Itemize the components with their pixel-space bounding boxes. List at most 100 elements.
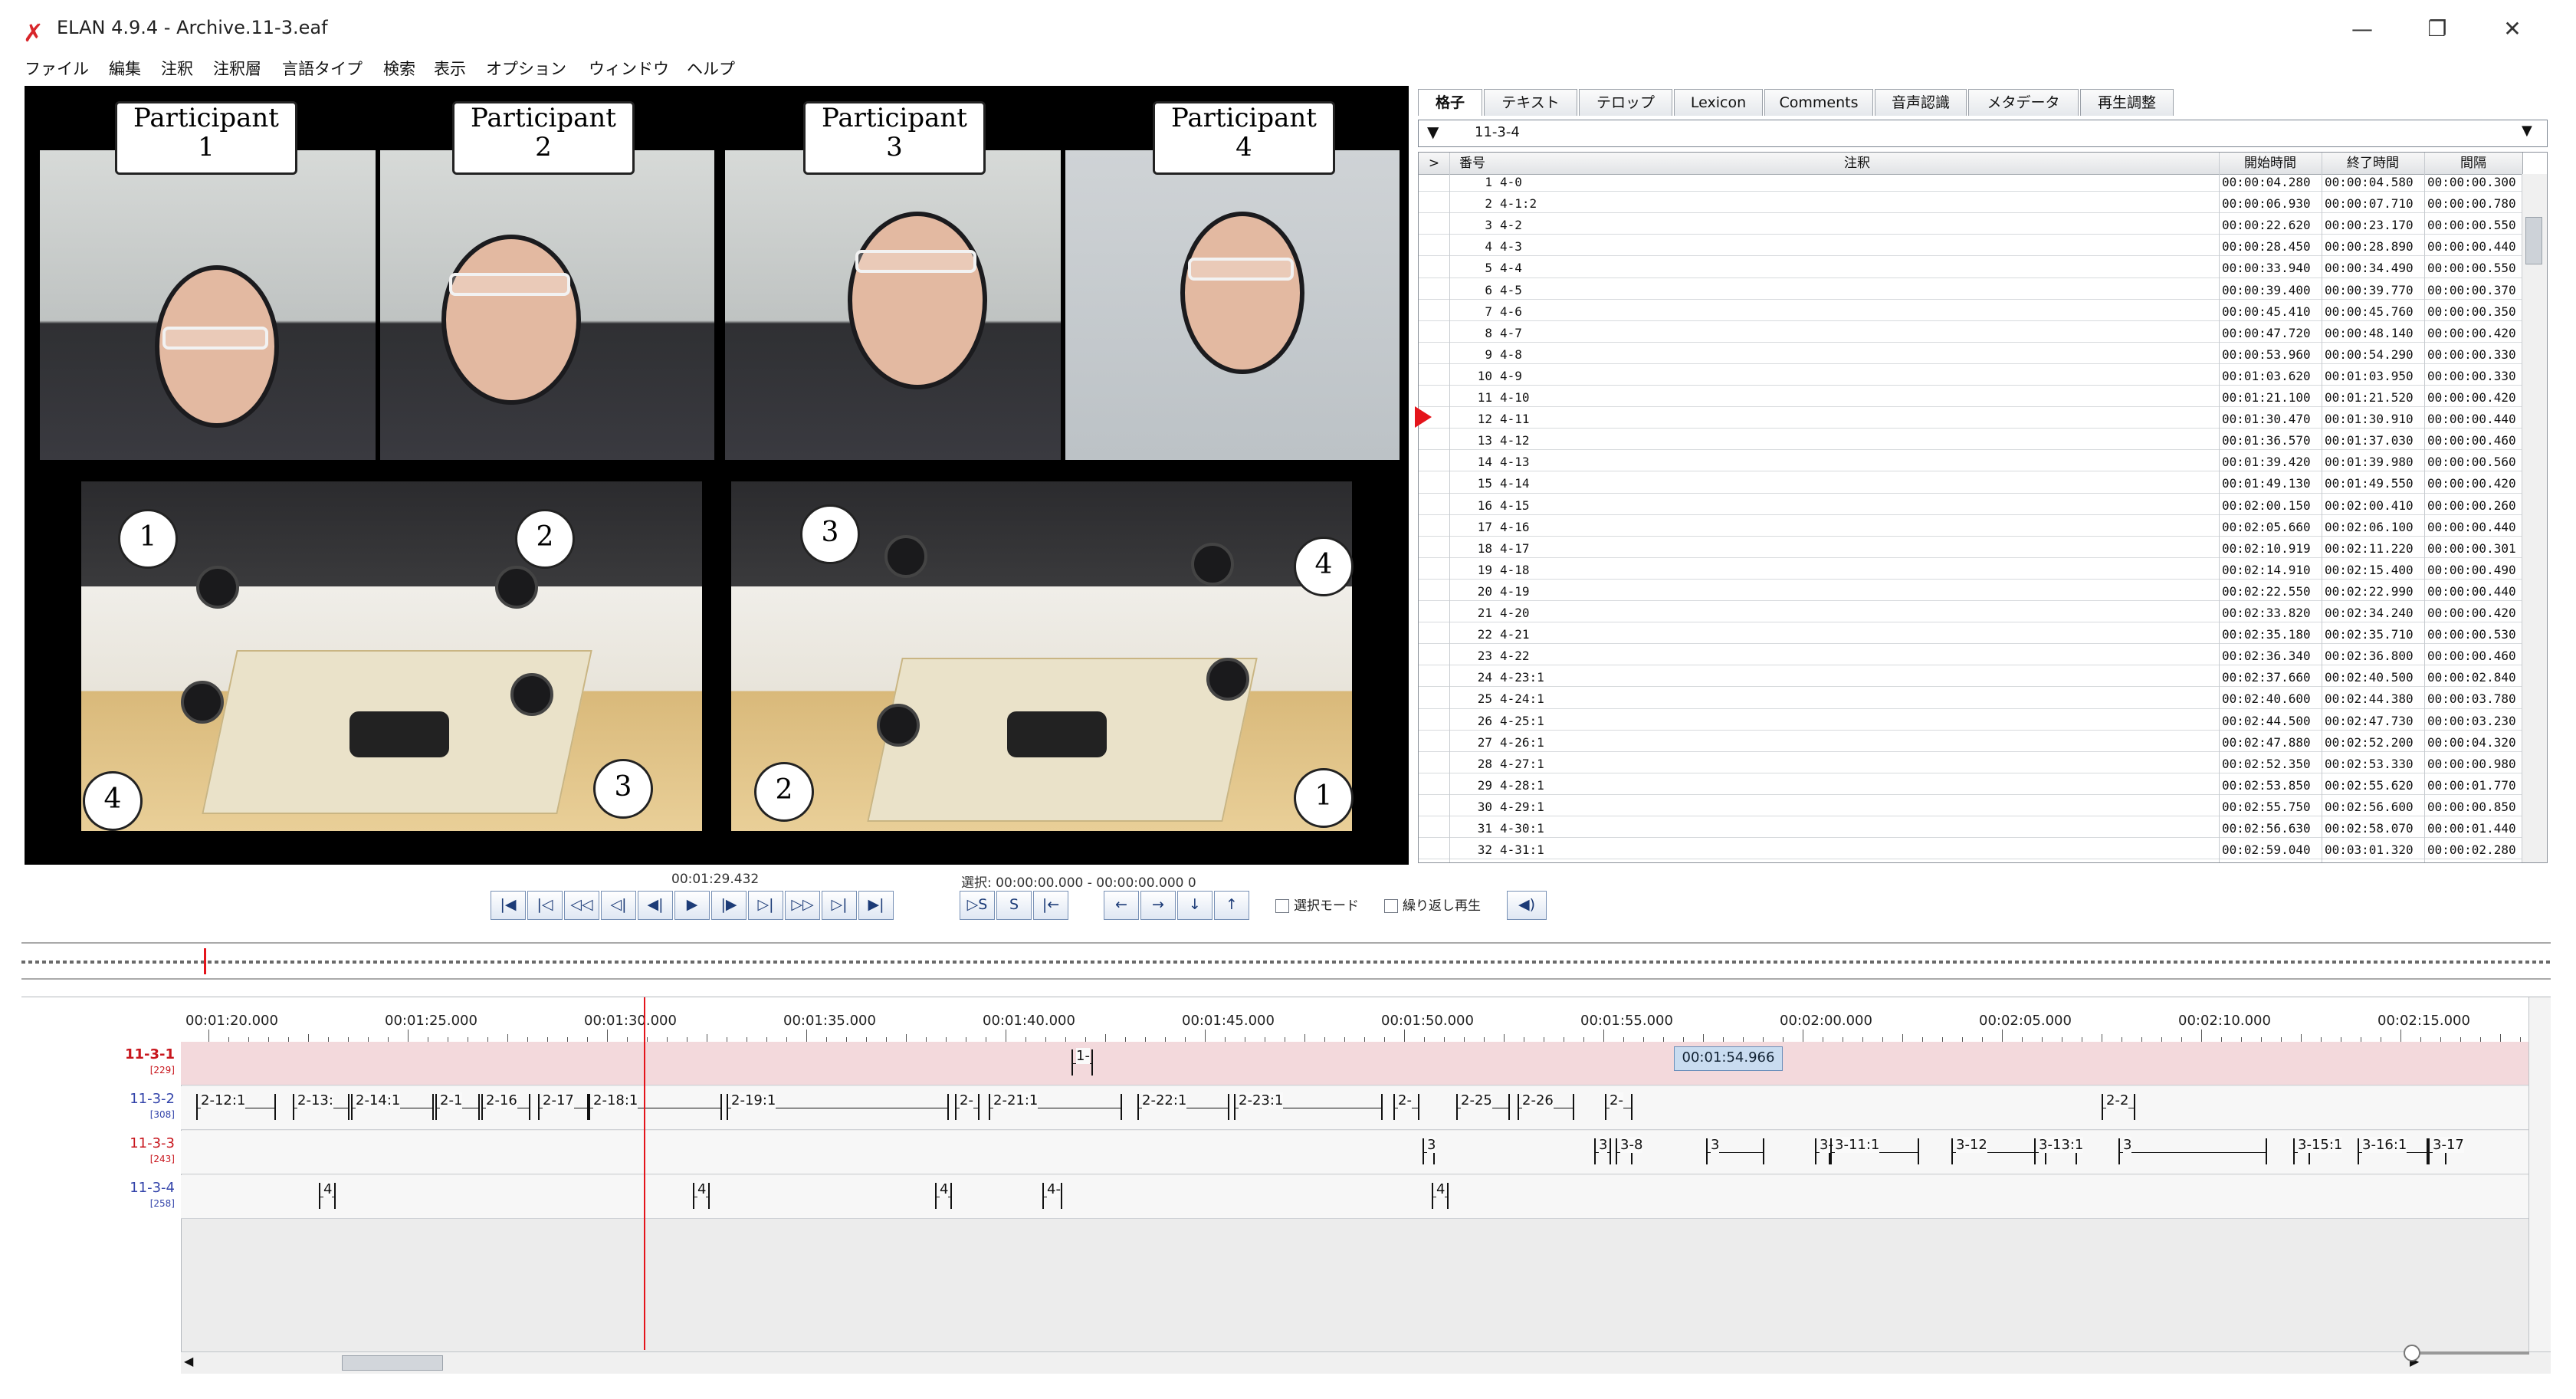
fast-forward-button[interactable]: ▷▷ xyxy=(785,891,820,920)
rewind-button[interactable]: ◁◁ xyxy=(564,891,599,920)
annotation-block[interactable]: 4 xyxy=(319,1181,336,1209)
zoom-slider[interactable] xyxy=(2407,1351,2529,1355)
annotation-block[interactable]: 3-11:1 xyxy=(1830,1137,1919,1164)
close-button[interactable]: ✕ xyxy=(2489,14,2535,44)
table-row[interactable]: 32 4-31:1 00:02:59.040 00:03:01.320 00:00:02… xyxy=(1419,842,2522,860)
play-button[interactable]: ▶ xyxy=(674,891,710,920)
annotation-block[interactable]: 2-18:1 xyxy=(589,1092,722,1120)
table-row[interactable]: 20 4-19 00:02:22.550 00:02:22.990 00:00:00.4… xyxy=(1419,583,2522,602)
annotation-block[interactable]: 3-17 xyxy=(2428,1137,2464,1164)
tab-comments[interactable]: Comments xyxy=(1764,89,1873,116)
annotation-block[interactable]: 3-16:1 xyxy=(2358,1137,2428,1164)
tab-grid[interactable]: 格子 xyxy=(1418,89,1482,116)
tier-name-11-3-3[interactable]: 11-3-3 xyxy=(21,1135,175,1151)
annotation-block[interactable]: 2-14:1 xyxy=(351,1092,434,1120)
annotation-block[interactable]: 3-10:1 xyxy=(1815,1137,1865,1164)
annotation-block[interactable]: 3-12 xyxy=(1951,1137,2046,1164)
grid-header-begin[interactable]: 開始時間 xyxy=(2219,153,2322,175)
tier-row-11-3-4[interactable]: 4 4 4 4- 4 xyxy=(181,1175,2551,1219)
video-viewer[interactable]: Participant 1 Participant 2 Participant … xyxy=(25,86,1409,865)
menu-window[interactable]: ウィンドウ xyxy=(589,57,669,80)
timeline-viewer[interactable]: 11-3-1 [229] 11-3-2 [308] 11-3-3 [243] 11-3-4 [… xyxy=(21,997,2551,1374)
table-row[interactable]: 14 4-13 00:01:39.420 00:01:39.980 00:00:00.5… xyxy=(1419,454,2522,472)
annotation-block[interactable]: 3-13:1 xyxy=(2034,1137,2084,1164)
table-row[interactable]: 1 4-0 00:00:04.280 00:00:04.580 00:00:00.300 xyxy=(1419,174,2522,192)
annotation-block[interactable]: 2-1 xyxy=(435,1092,480,1120)
tier-name-11-3-2[interactable]: 11-3-2 xyxy=(21,1091,175,1107)
annotation-block[interactable]: 2- xyxy=(955,1092,980,1120)
go-to-begin-button[interactable]: |◀ xyxy=(491,891,526,920)
tier-collapse-icon[interactable]: ▼ xyxy=(1427,123,1439,141)
table-row[interactable]: 15 4-14 00:01:49.130 00:01:49.550 00:00:00.4… xyxy=(1419,475,2522,494)
tab-lexicon[interactable]: Lexicon xyxy=(1674,89,1763,116)
annotation-block[interactable]: 4 xyxy=(693,1181,710,1209)
table-row[interactable]: 27 4-26:1 00:02:47.880 00:02:52.200 00:00:04… xyxy=(1419,734,2522,752)
annotation-block[interactable]: 2-17 xyxy=(538,1092,589,1120)
chevron-down-icon[interactable]: ▼ xyxy=(2522,123,2532,139)
annotation-block[interactable]: 2-23:1 xyxy=(1234,1092,1383,1120)
table-row[interactable]: 19 4-18 00:02:14.910 00:02:15.400 00:00:00.4… xyxy=(1419,562,2522,580)
menu-linguistic-type[interactable]: 言語タイプ xyxy=(282,57,363,80)
menu-edit[interactable]: 編集 xyxy=(109,57,141,80)
table-row[interactable]: 13 4-12 00:01:36.570 00:01:37.030 00:00:00.4… xyxy=(1419,432,2522,451)
annotation-block[interactable]: 1- xyxy=(1071,1048,1093,1076)
annotation-block[interactable]: 3-8 xyxy=(1616,1137,1643,1164)
tier-down-button[interactable]: ↓ xyxy=(1177,891,1213,920)
playhead-crosshair[interactable] xyxy=(644,997,645,1350)
table-row[interactable]: 17 4-16 00:02:05.660 00:02:06.100 00:00:00.4… xyxy=(1419,519,2522,537)
table-row[interactable]: 7 4-6 00:00:45.410 00:00:45.760 00:00:00.350 xyxy=(1419,304,2522,321)
table-row[interactable]: 21 4-20 00:02:33.820 00:02:34.240 00:00:00.4… xyxy=(1419,605,2522,623)
table-row[interactable]: 11 4-10 00:01:21.100 00:01:21.520 00:00:00.4… xyxy=(1419,389,2522,408)
annotation-block[interactable]: 2- xyxy=(1393,1092,1419,1120)
next-pixel-button[interactable]: |▶ xyxy=(711,891,747,920)
grid-header-sort[interactable]: > xyxy=(1419,153,1450,175)
table-row[interactable]: 10 4-9 00:01:03.620 00:01:03.950 00:00:00.33… xyxy=(1419,368,2522,386)
annotation-block[interactable]: 2- xyxy=(1605,1092,1633,1120)
table-row[interactable]: 2 4-1:2 00:00:06.930 00:00:07.710 00:00:00.7… xyxy=(1419,195,2522,214)
grid-header-annotation[interactable]: 注釈 xyxy=(1495,153,2220,175)
timeline-scrollbar-thumb[interactable] xyxy=(342,1355,443,1371)
annotation-block[interactable]: 2-26 xyxy=(1518,1092,1574,1120)
timeline-vertical-scrollbar[interactable] xyxy=(2528,997,2551,1351)
menu-options[interactable]: オプション xyxy=(486,57,566,80)
menu-view[interactable]: 表示 xyxy=(434,57,466,80)
play-selection-button[interactable]: ▷S xyxy=(960,891,995,920)
tier-name-11-3-4[interactable]: 11-3-4 xyxy=(21,1180,175,1196)
table-row[interactable]: 22 4-21 00:02:35.180 00:02:35.710 00:00:00.5… xyxy=(1419,626,2522,645)
grid-scrollbar[interactable] xyxy=(2522,174,2547,862)
table-row[interactable]: 18 4-17 00:02:10.919 00:02:11.220 00:00:00.3… xyxy=(1419,540,2522,558)
annotation-block[interactable]: 2-21:1 xyxy=(989,1092,1122,1120)
zoom-slider-knob[interactable] xyxy=(2404,1345,2420,1361)
annotation-block[interactable]: 3 xyxy=(2118,1137,2267,1164)
table-row[interactable]: 5 4-4 00:00:33.940 00:00:34.490 00:00:00.550 xyxy=(1419,260,2522,278)
annotation-block[interactable]: 4- xyxy=(1042,1181,1062,1209)
maximize-button[interactable]: ❐ xyxy=(2414,14,2460,44)
go-to-end-button[interactable]: ▶| xyxy=(858,891,894,920)
annotation-block[interactable]: 3-15:1 xyxy=(2293,1137,2343,1164)
tab-speech-recognition[interactable]: 音声認識 xyxy=(1875,89,1967,116)
menu-help[interactable]: ヘルプ xyxy=(687,57,735,80)
clear-selection-button[interactable]: S xyxy=(996,891,1032,920)
menu-file[interactable]: ファイル xyxy=(25,57,89,80)
annotation-block[interactable]: 2-13: xyxy=(293,1092,349,1120)
tier-row-11-3-3[interactable]: 3 3 3-8 3 3-10:13-11:1 3-12 3-13:1 3 3-15:1 3-16:… xyxy=(181,1131,2551,1174)
annotation-block[interactable]: 2-22:1 xyxy=(1137,1092,1229,1120)
previous-pixel-button[interactable]: ◀| xyxy=(638,891,673,920)
table-row[interactable]: 24 4-23:1 00:02:37.660 00:02:40.500 00:00:02… xyxy=(1419,669,2522,688)
annotation-block[interactable]: 3 xyxy=(1706,1137,1764,1164)
waveform-overview[interactable] xyxy=(21,948,2551,974)
table-row[interactable]: 3 4-2 00:00:22.620 00:00:23.170 00:00:00.550 xyxy=(1419,217,2522,235)
annotation-block[interactable]: 4 xyxy=(1432,1181,1449,1209)
grid-header-number[interactable]: 番号 xyxy=(1449,153,1496,175)
time-ruler[interactable]: 00:01:20.000 00:01:25.000 00:01:30.000 00:0… xyxy=(181,997,2551,1043)
table-row[interactable]: 23 4-22 00:02:36.340 00:02:36.800 00:00:00.4… xyxy=(1419,648,2522,666)
previous-frame-button[interactable]: ◁| xyxy=(601,891,636,920)
tab-text[interactable]: テキスト xyxy=(1484,89,1577,116)
annotation-block[interactable]: 2-12:1 xyxy=(196,1092,276,1120)
table-row[interactable]: 28 4-27:1 00:02:52.350 00:02:53.330 00:00:00… xyxy=(1419,756,2522,773)
scroll-left-icon[interactable]: ◀ xyxy=(184,1354,193,1368)
table-row[interactable]: 25 4-24:1 00:02:40.600 00:02:44.380 00:00:03… xyxy=(1419,691,2522,709)
next-annotation-button[interactable]: → xyxy=(1140,891,1176,920)
tab-subtitle[interactable]: テロップ xyxy=(1579,89,1672,116)
tier-row-11-3-2[interactable]: 2-12:1 2-13: 2-14:1 2-1 2-16 2-17 2-18:1 2-19:1… xyxy=(181,1086,2551,1130)
